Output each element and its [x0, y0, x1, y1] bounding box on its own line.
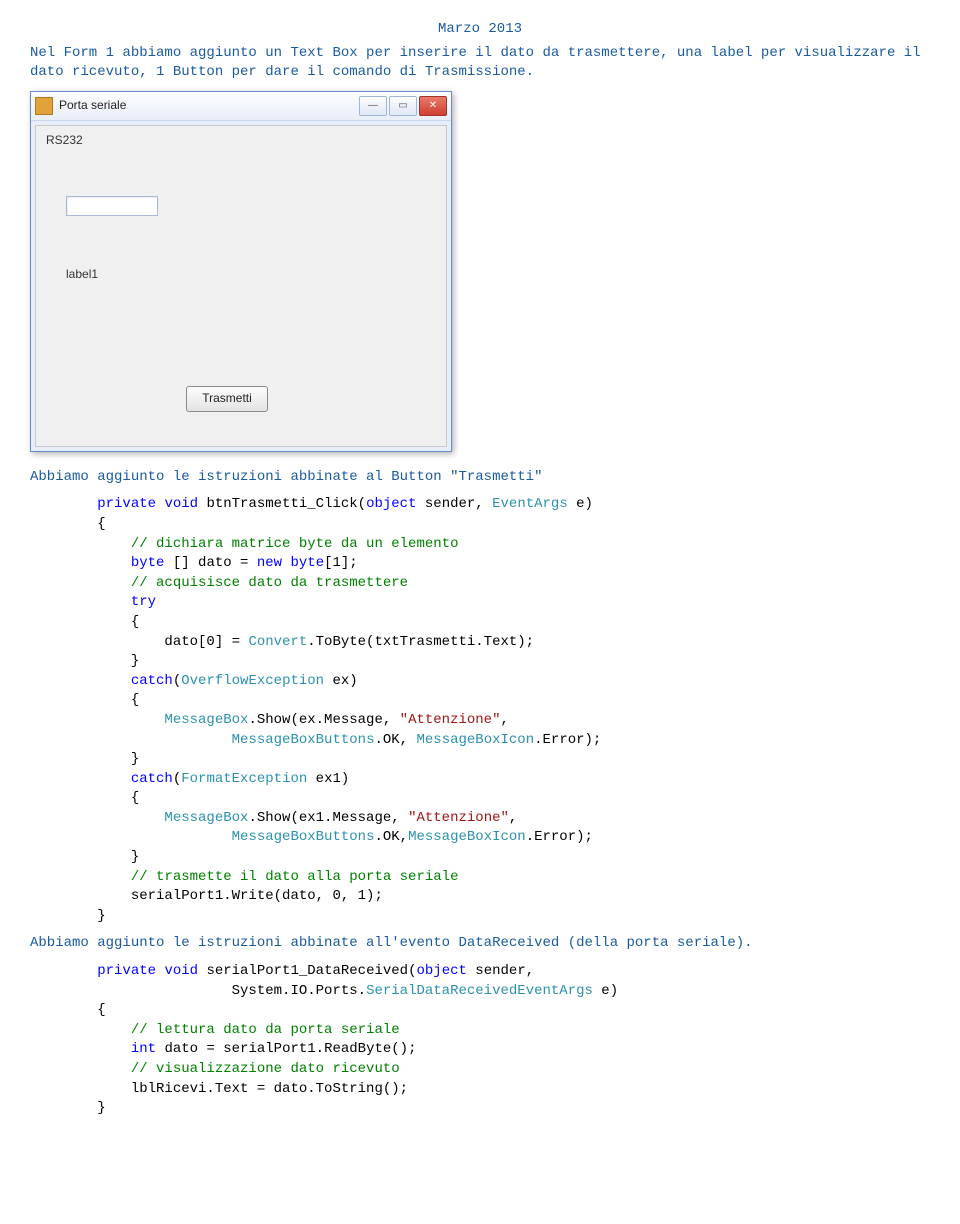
- code: dato = serialPort1.ReadByte();: [156, 1041, 416, 1057]
- code: .OK,: [374, 829, 408, 845]
- code: serialPort1.Write(dato, 0, 1);: [30, 888, 383, 904]
- close-button[interactable]: ✕: [419, 96, 447, 116]
- code: [30, 963, 97, 979]
- code: {: [30, 614, 139, 630]
- type: MessageBoxButtons: [232, 829, 375, 845]
- kw: object: [416, 963, 466, 979]
- comment: // dichiara matrice byte da un elemento: [30, 536, 458, 552]
- code: (: [173, 771, 181, 787]
- type: FormatException: [181, 771, 307, 787]
- code: btnTrasmetti_Click(: [198, 496, 366, 512]
- window-buttons: — ▭ ✕: [359, 96, 447, 116]
- code: [30, 712, 164, 728]
- code: .ToByte(txtTrasmetti.Text);: [307, 634, 534, 650]
- code: System.IO.Ports.: [30, 983, 366, 999]
- code: {: [30, 1002, 106, 1018]
- code: [1];: [324, 555, 358, 571]
- code: [30, 829, 232, 845]
- txt-trasmetti-input[interactable]: [66, 196, 158, 216]
- code: [30, 673, 131, 689]
- type: OverflowException: [181, 673, 324, 689]
- kw: int: [131, 1041, 156, 1057]
- code: {: [30, 692, 139, 708]
- maximize-button[interactable]: ▭: [389, 96, 417, 116]
- type: MessageBoxIcon: [408, 829, 526, 845]
- code: [30, 810, 164, 826]
- minimize-button[interactable]: —: [359, 96, 387, 116]
- type: SerialDataReceivedEventArgs: [366, 983, 593, 999]
- code: e): [593, 983, 618, 999]
- trasmetti-button[interactable]: Trasmetti: [186, 386, 268, 412]
- window-title: Porta seriale: [59, 97, 359, 114]
- kw: void: [164, 963, 198, 979]
- type: Convert: [248, 634, 307, 650]
- kw: byte: [131, 555, 165, 571]
- code: ,: [501, 712, 509, 728]
- type: MessageBoxIcon: [416, 732, 534, 748]
- comment: // visualizzazione dato ricevuto: [30, 1061, 400, 1077]
- code: (: [173, 673, 181, 689]
- kw: catch: [131, 771, 173, 787]
- code: [30, 555, 131, 571]
- code: ,: [509, 810, 517, 826]
- code: }: [30, 1100, 106, 1116]
- code-block-1: private void btnTrasmetti_Click(object s…: [30, 495, 930, 926]
- code: [] dato =: [164, 555, 256, 571]
- code: ex1): [307, 771, 349, 787]
- code: .Show(ex1.Message,: [248, 810, 408, 826]
- code: dato[0] =: [30, 634, 248, 650]
- code: {: [30, 790, 139, 806]
- comment: // lettura dato da porta seriale: [30, 1022, 400, 1038]
- kw: byte: [290, 555, 324, 571]
- paragraph-1: Abbiamo aggiunto le istruzioni abbinate …: [30, 468, 930, 488]
- code: [30, 1041, 131, 1057]
- titlebar: Porta seriale — ▭ ✕: [31, 92, 451, 121]
- string: "Attenzione": [408, 810, 509, 826]
- type: EventArgs: [492, 496, 568, 512]
- intro-paragraph: Nel Form 1 abbiamo aggiunto un Text Box …: [30, 44, 930, 83]
- label1: label1: [66, 266, 98, 283]
- kw: object: [366, 496, 416, 512]
- code: [30, 771, 131, 787]
- code-block-2: private void serialPort1_DataReceived(ob…: [30, 962, 930, 1119]
- type: MessageBox: [164, 810, 248, 826]
- code: .OK,: [374, 732, 416, 748]
- code: .Error);: [534, 732, 601, 748]
- kw: try: [30, 594, 156, 610]
- code: ex): [324, 673, 358, 689]
- code: sender,: [467, 963, 534, 979]
- code: .Error);: [526, 829, 593, 845]
- type: MessageBoxButtons: [232, 732, 375, 748]
- code: }: [30, 908, 106, 924]
- kw: private: [97, 963, 156, 979]
- code: .Show(ex.Message,: [248, 712, 399, 728]
- type: MessageBox: [164, 712, 248, 728]
- string: "Attenzione": [400, 712, 501, 728]
- comment: // trasmette il dato alla porta seriale: [30, 869, 458, 885]
- code: }: [30, 751, 139, 767]
- code: }: [30, 849, 139, 865]
- code: }: [30, 653, 139, 669]
- header-date: Marzo 2013: [30, 20, 930, 40]
- code: serialPort1_DataReceived(: [198, 963, 416, 979]
- form-client-area: RS232 label1 Trasmetti: [35, 125, 447, 447]
- paragraph-2: Abbiamo aggiunto le istruzioni abbinate …: [30, 934, 930, 954]
- form-icon: [35, 97, 53, 115]
- code: lblRicevi.Text = dato.ToString();: [30, 1081, 408, 1097]
- code: e): [568, 496, 593, 512]
- kw: private: [97, 496, 156, 512]
- kw: void: [164, 496, 198, 512]
- code: [30, 732, 232, 748]
- form-window: Porta seriale — ▭ ✕ RS232 label1 Trasmet…: [30, 91, 452, 452]
- code: sender,: [417, 496, 493, 512]
- kw: new: [257, 555, 282, 571]
- comment: // acquisisce dato da trasmettere: [30, 575, 408, 591]
- code: {: [30, 516, 106, 532]
- groupbox-label: RS232: [46, 132, 83, 149]
- kw: catch: [131, 673, 173, 689]
